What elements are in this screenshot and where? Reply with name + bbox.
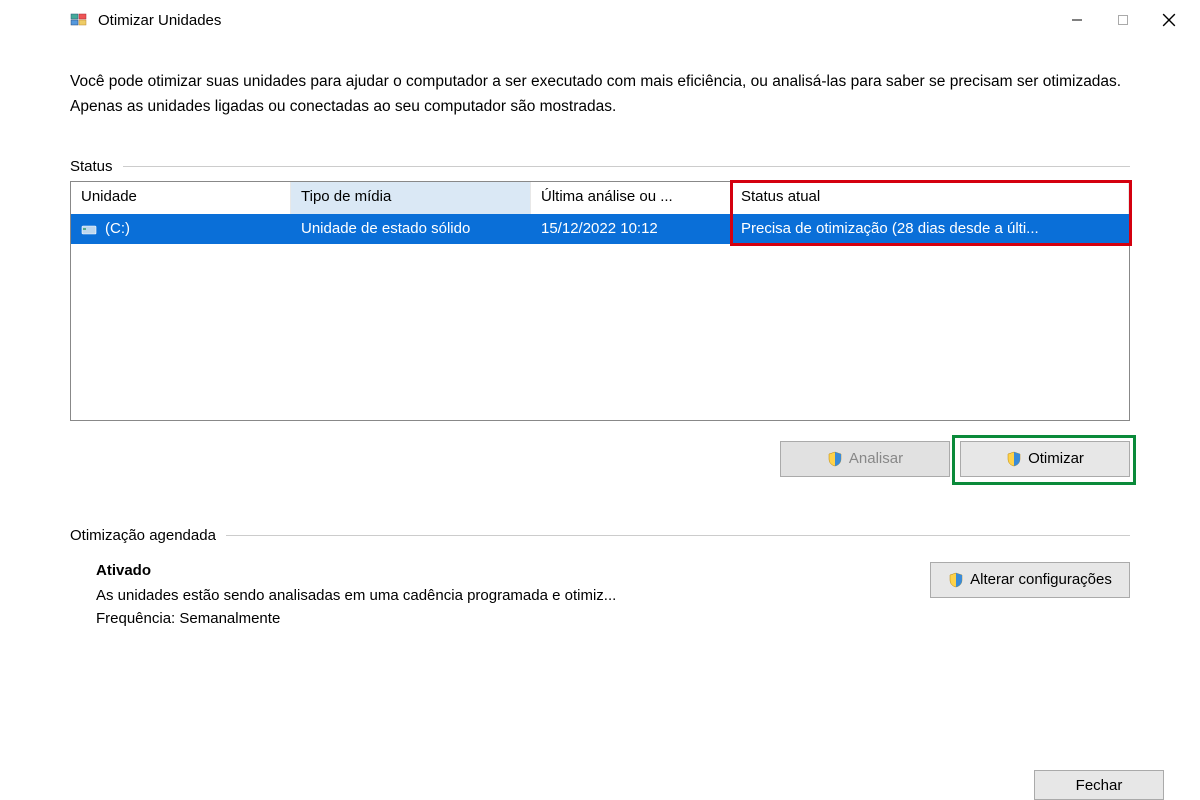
drive-status-cell: Precisa de otimização (28 dias desde a ú… [731,216,1129,241]
drive-name: (C:) [105,220,130,237]
close-label: Fechar [1076,777,1123,794]
minimize-button[interactable] [1054,4,1100,36]
drive-media-cell: Unidade de estado sólido [291,216,531,241]
shield-icon [948,572,964,588]
schedule-frequency: Frequência: Semanalmente [96,610,910,627]
analyze-label: Analisar [849,450,903,467]
drive-row[interactable]: (C:) Unidade de estado sólido 15/12/2022… [71,214,1129,244]
maximize-button[interactable] [1100,4,1146,36]
shield-icon [827,451,843,467]
optimize-drives-window: Otimizar Unidades Você pode otimizar sua… [0,0,1200,800]
column-status[interactable]: Status atual [731,182,1129,214]
schedule-state: Ativado [96,562,910,579]
drive-icon [81,222,99,236]
divider [226,535,1130,536]
status-section-label: Status [70,158,1130,175]
status-label-text: Status [70,158,113,175]
window-title: Otimizar Unidades [98,12,1054,29]
drive-name-cell: (C:) [71,216,291,241]
close-dialog-button[interactable]: Fechar [1034,770,1164,800]
optimize-label: Otimizar [1028,450,1084,467]
frequency-label: Frequência: [96,610,175,627]
content-area: Você pode otimizar suas unidades para aj… [0,40,1200,633]
optimize-button[interactable]: Otimizar [960,441,1130,477]
footer-row: Fechar [1034,760,1164,800]
drive-last-cell: 15/12/2022 10:12 [531,216,731,241]
analyze-button[interactable]: Analisar [780,441,950,477]
app-icon [70,11,88,29]
schedule-label-text: Otimização agendada [70,527,216,544]
schedule-body: Ativado As unidades estão sendo analisad… [70,562,1130,633]
change-settings-button[interactable]: Alterar configurações [930,562,1130,598]
schedule-desc: As unidades estão sendo analisadas em um… [96,587,910,604]
divider [123,166,1130,167]
action-buttons-row: Analisar Otimizar [70,441,1130,477]
frequency-value: Semanalmente [179,610,280,627]
column-unit[interactable]: Unidade [71,182,291,214]
description-text: Você pode otimizar suas unidades para aj… [70,70,1130,120]
drives-list[interactable]: Unidade Tipo de mídia Última análise ou … [70,181,1130,421]
drives-header: Unidade Tipo de mídia Última análise ou … [71,182,1129,214]
schedule-section: Otimização agendada Ativado As unidades … [70,527,1130,633]
column-media[interactable]: Tipo de mídia [291,182,531,214]
titlebar: Otimizar Unidades [0,0,1200,40]
schedule-section-label: Otimização agendada [70,527,1130,544]
schedule-text: Ativado As unidades estão sendo analisad… [70,562,910,633]
column-last-analysis[interactable]: Última análise ou ... [531,182,731,214]
change-settings-label: Alterar configurações [970,571,1112,588]
window-controls [1054,4,1192,36]
shield-icon [1006,451,1022,467]
close-button[interactable] [1146,4,1192,36]
